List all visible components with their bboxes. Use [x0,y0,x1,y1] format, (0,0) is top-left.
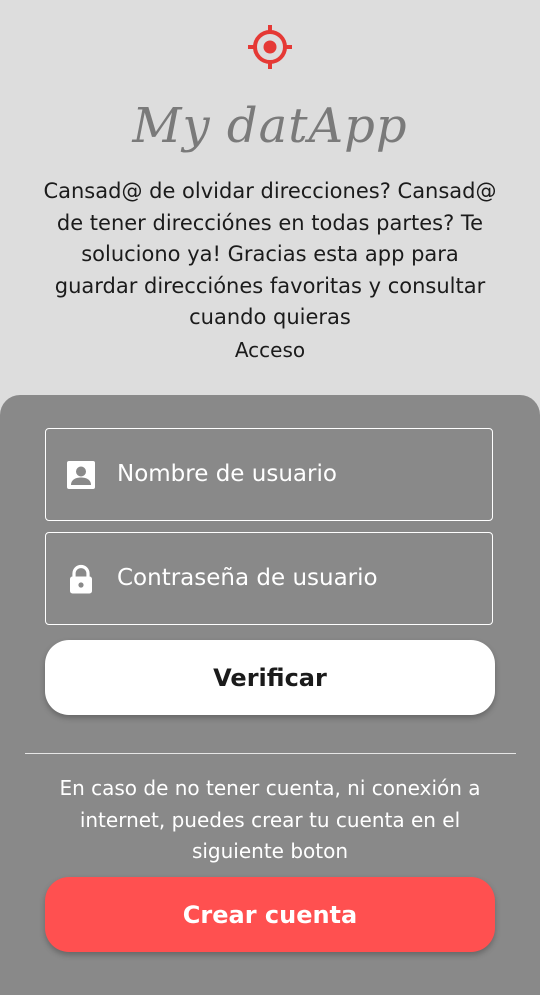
password-field[interactable]: Contraseña de usuario [45,532,493,625]
verify-button[interactable]: Verificar [45,640,495,715]
username-placeholder: Nombre de usuario [117,461,337,487]
app-title: My datApp [132,98,408,154]
divider [25,753,516,754]
header-section: My datApp Cansad@ de olvidar direcciones… [0,0,540,400]
lock-icon [70,564,92,594]
create-account-button[interactable]: Crear cuenta [45,877,495,952]
signup-info-text: En caso de no tener cuenta, ni conexión … [59,776,481,863]
access-label: Acceso [234,338,306,362]
app-description: Cansad@ de olvidar direcciones? Cansad@ … [43,179,497,329]
username-field[interactable]: Nombre de usuario [45,428,493,521]
account-box-icon [67,461,95,489]
target-crosshair-icon [248,25,292,69]
password-placeholder: Contraseña de usuario [117,565,378,591]
